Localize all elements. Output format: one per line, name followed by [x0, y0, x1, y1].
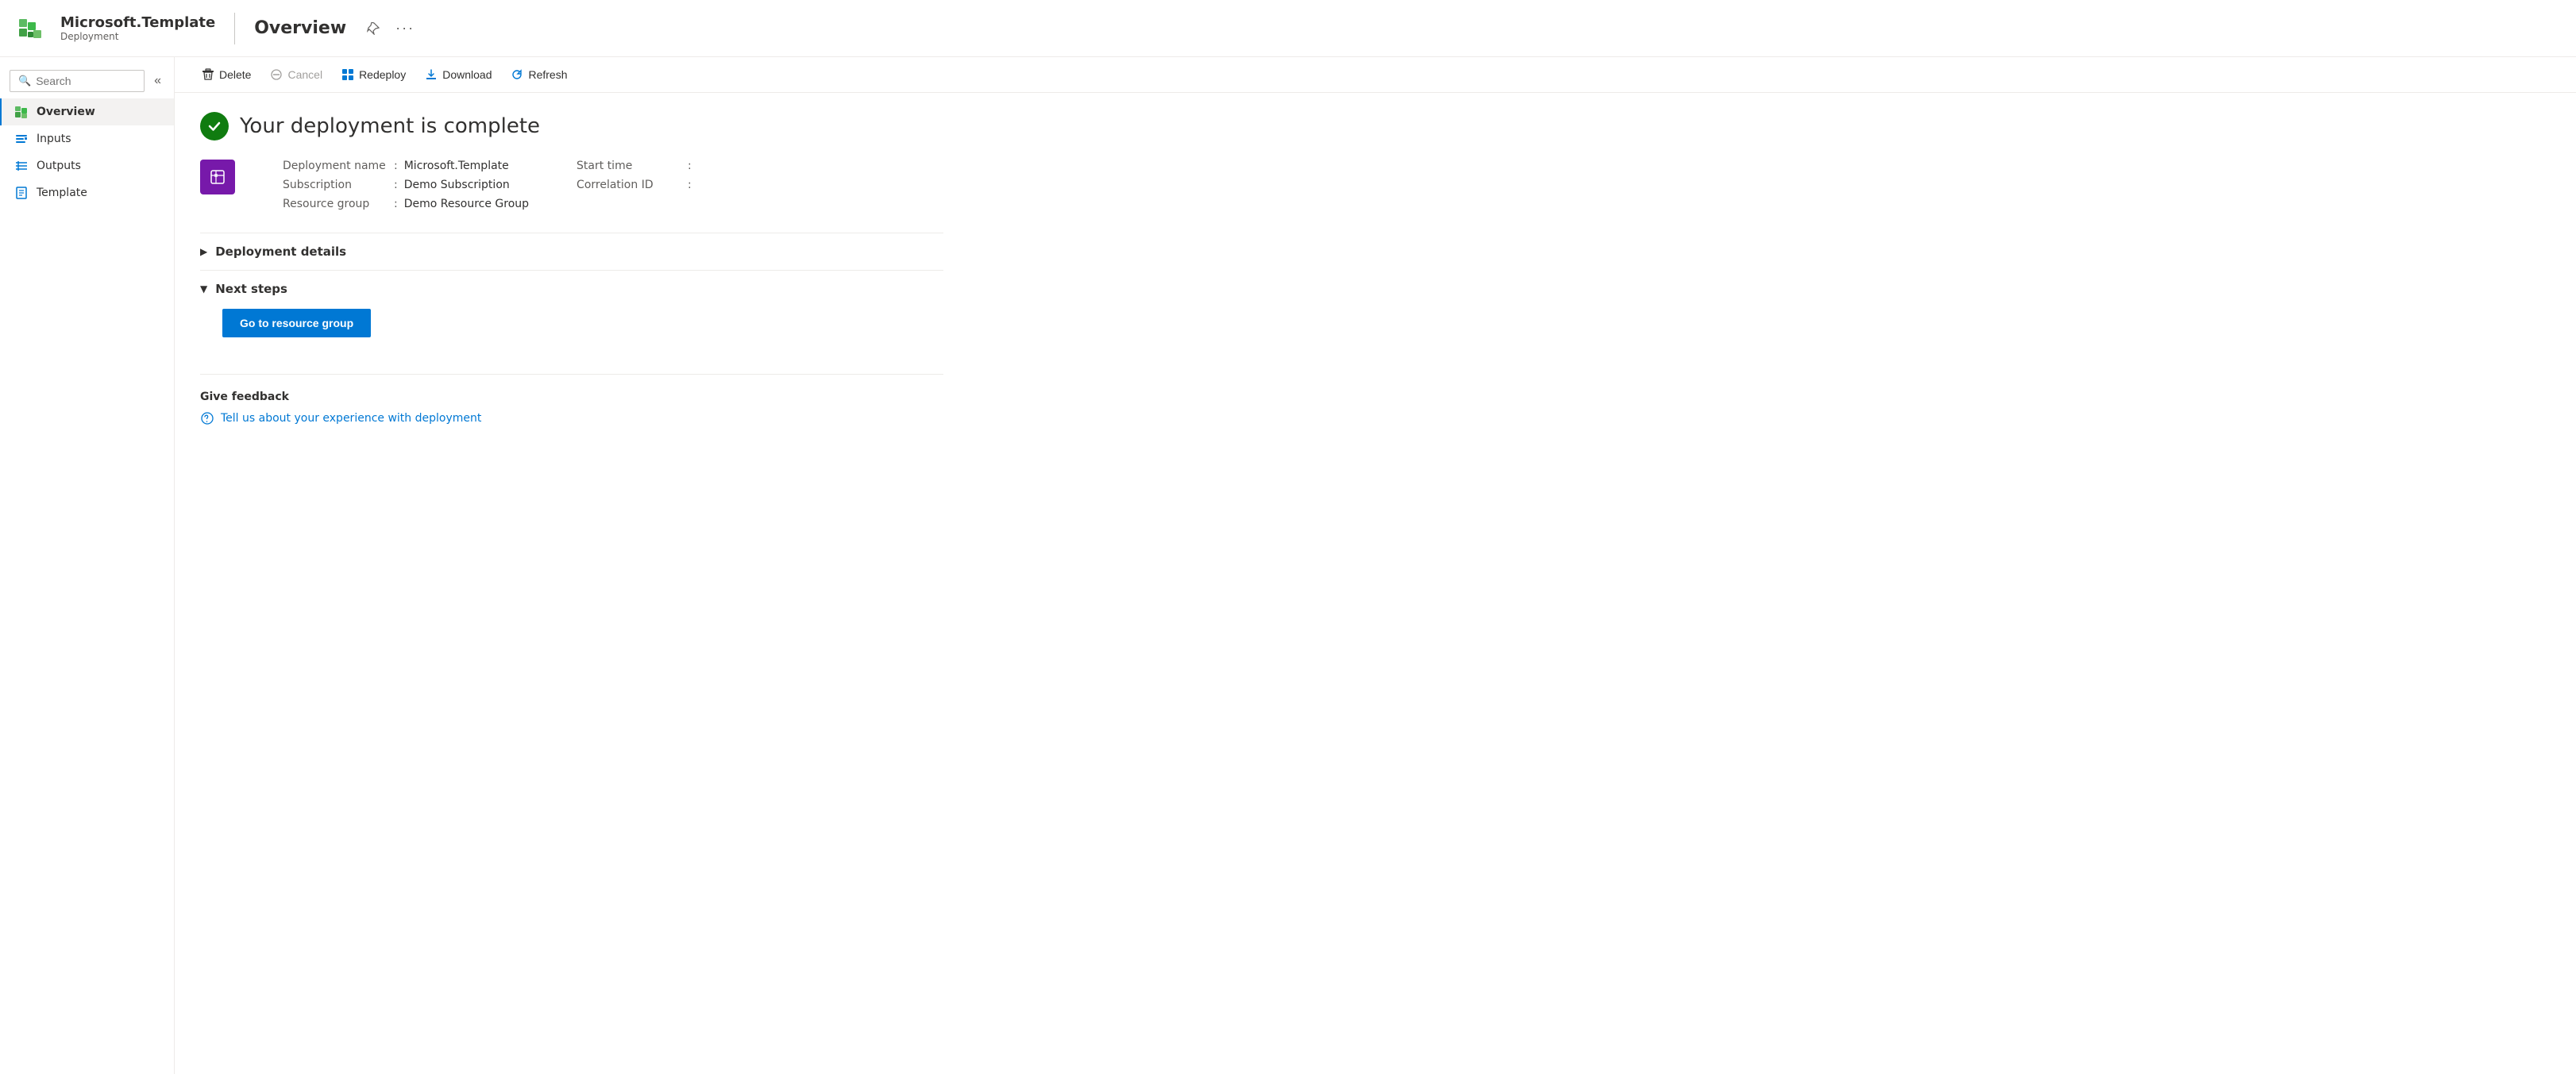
- sidebar-item-outputs[interactable]: Outputs: [0, 152, 174, 179]
- correlation-id-label: Correlation ID: [577, 179, 688, 191]
- separator-1: :: [394, 160, 398, 172]
- collapse-sidebar-button[interactable]: «: [151, 71, 164, 91]
- sidebar-item-template-label: Template: [37, 187, 87, 199]
- field-row-resource-group: Resource group : Demo Resource Group: [283, 198, 529, 210]
- separator-4: :: [688, 160, 692, 172]
- header-divider: [234, 13, 235, 44]
- ellipsis-icon: ···: [395, 20, 415, 37]
- cancel-button[interactable]: Cancel: [262, 64, 330, 86]
- next-steps-section: ▼ Next steps Go to resource group: [200, 270, 943, 348]
- deployment-complete-header: Your deployment is complete: [200, 112, 943, 141]
- feedback-title: Give feedback: [200, 391, 943, 403]
- pin-icon: [367, 22, 380, 35]
- redeploy-button[interactable]: Redeploy: [334, 64, 414, 86]
- go-to-resource-group-label: Go to resource group: [240, 317, 353, 329]
- deployment-complete-text: Your deployment is complete: [240, 114, 540, 138]
- chevron-right-icon: ▶: [200, 246, 207, 257]
- separator-2: :: [394, 179, 398, 191]
- refresh-icon: [511, 68, 523, 81]
- cancel-icon: [270, 68, 283, 81]
- sidebar-item-outputs-label: Outputs: [37, 160, 81, 172]
- field-row-start-time: Start time :: [577, 160, 698, 172]
- feedback-section: Give feedback Tell us about your experie…: [200, 374, 943, 425]
- deployment-right-fields: Start time : Correlation ID :: [577, 160, 698, 191]
- delete-label: Delete: [219, 68, 251, 81]
- package-icon: [207, 167, 228, 187]
- deployment-details-label: Deployment details: [215, 244, 346, 259]
- sidebar-item-inputs[interactable]: Inputs: [0, 125, 174, 152]
- deployment-info: Deployment name : Microsoft.Template Sub…: [200, 160, 943, 210]
- start-time-label: Start time: [577, 160, 688, 172]
- field-row-name: Deployment name : Microsoft.Template: [283, 160, 529, 172]
- feedback-icon: [200, 411, 214, 425]
- redeploy-label: Redeploy: [359, 68, 406, 81]
- outputs-icon: [14, 159, 29, 173]
- search-container: 🔍 «: [0, 64, 174, 98]
- subscription-label: Subscription: [283, 179, 394, 191]
- pin-button[interactable]: [362, 19, 384, 38]
- header-main-title: Microsoft.Template: [60, 14, 215, 32]
- sidebar-item-template[interactable]: Template: [0, 179, 174, 206]
- sidebar: 🔍 « Overview: [0, 57, 175, 1074]
- azure-logo-icon: [16, 14, 44, 43]
- field-row-correlation-id: Correlation ID :: [577, 179, 698, 191]
- toolbar: Delete Cancel Redeploy: [175, 57, 2576, 93]
- refresh-button[interactable]: Refresh: [503, 64, 575, 86]
- sidebar-item-inputs-label: Inputs: [37, 133, 71, 145]
- delete-icon: [202, 68, 214, 81]
- template-icon: [14, 186, 29, 200]
- deployment-main-fields: Deployment name : Microsoft.Template Sub…: [283, 160, 529, 210]
- header-actions: ···: [362, 17, 419, 40]
- sidebar-nav: Overview Inputs: [0, 98, 174, 206]
- delete-button[interactable]: Delete: [194, 64, 259, 86]
- subscription-value: Demo Subscription: [404, 179, 510, 191]
- go-to-resource-group-button[interactable]: Go to resource group: [222, 309, 371, 337]
- cancel-label: Cancel: [287, 68, 322, 81]
- inputs-icon: [14, 132, 29, 146]
- download-button[interactable]: Download: [417, 64, 499, 86]
- overview-icon: [14, 105, 29, 119]
- main-layout: 🔍 « Overview: [0, 57, 2576, 1074]
- check-circle-icon: [200, 112, 229, 141]
- download-icon: [425, 68, 438, 81]
- resource-group-label: Resource group: [283, 198, 394, 210]
- deployment-details-header[interactable]: ▶ Deployment details: [200, 244, 943, 259]
- logo-area: [16, 14, 44, 43]
- resource-group-value: Demo Resource Group: [404, 198, 529, 210]
- deployment-type-icon: [200, 160, 235, 194]
- header-subtitle: Deployment: [60, 31, 215, 42]
- checkmark-icon: [206, 118, 222, 134]
- deployment-name-value: Microsoft.Template: [404, 160, 509, 172]
- field-row-subscription: Subscription : Demo Subscription: [283, 179, 529, 191]
- chevron-left-icon: «: [154, 74, 161, 87]
- refresh-label: Refresh: [528, 68, 567, 81]
- separator-3: :: [394, 198, 398, 210]
- content-inner: Your deployment is complete Deployment n…: [175, 93, 969, 445]
- next-steps-header[interactable]: ▼ Next steps: [200, 282, 943, 296]
- redeploy-icon: [341, 68, 354, 81]
- page-title: Overview: [254, 18, 346, 38]
- content-area: Your deployment is complete Deployment n…: [175, 93, 2576, 1074]
- deployment-details-section: ▶ Deployment details: [200, 233, 943, 270]
- search-icon: 🔍: [18, 75, 31, 87]
- deployment-name-label: Deployment name: [283, 160, 394, 172]
- feedback-link-label: Tell us about your experience with deplo…: [221, 412, 481, 425]
- next-steps-label: Next steps: [215, 282, 287, 296]
- chevron-down-icon: ▼: [200, 283, 207, 294]
- search-input[interactable]: [36, 75, 136, 87]
- more-options-button[interactable]: ···: [391, 17, 419, 40]
- header-title-group: Microsoft.Template Deployment: [60, 14, 215, 43]
- feedback-link[interactable]: Tell us about your experience with deplo…: [200, 411, 943, 425]
- sidebar-item-overview-label: Overview: [37, 106, 95, 118]
- download-label: Download: [442, 68, 492, 81]
- sidebar-item-overview[interactable]: Overview: [0, 98, 174, 125]
- search-input-wrapper[interactable]: 🔍: [10, 70, 145, 92]
- app-header: Microsoft.Template Deployment Overview ·…: [0, 0, 2576, 57]
- separator-5: :: [688, 179, 692, 191]
